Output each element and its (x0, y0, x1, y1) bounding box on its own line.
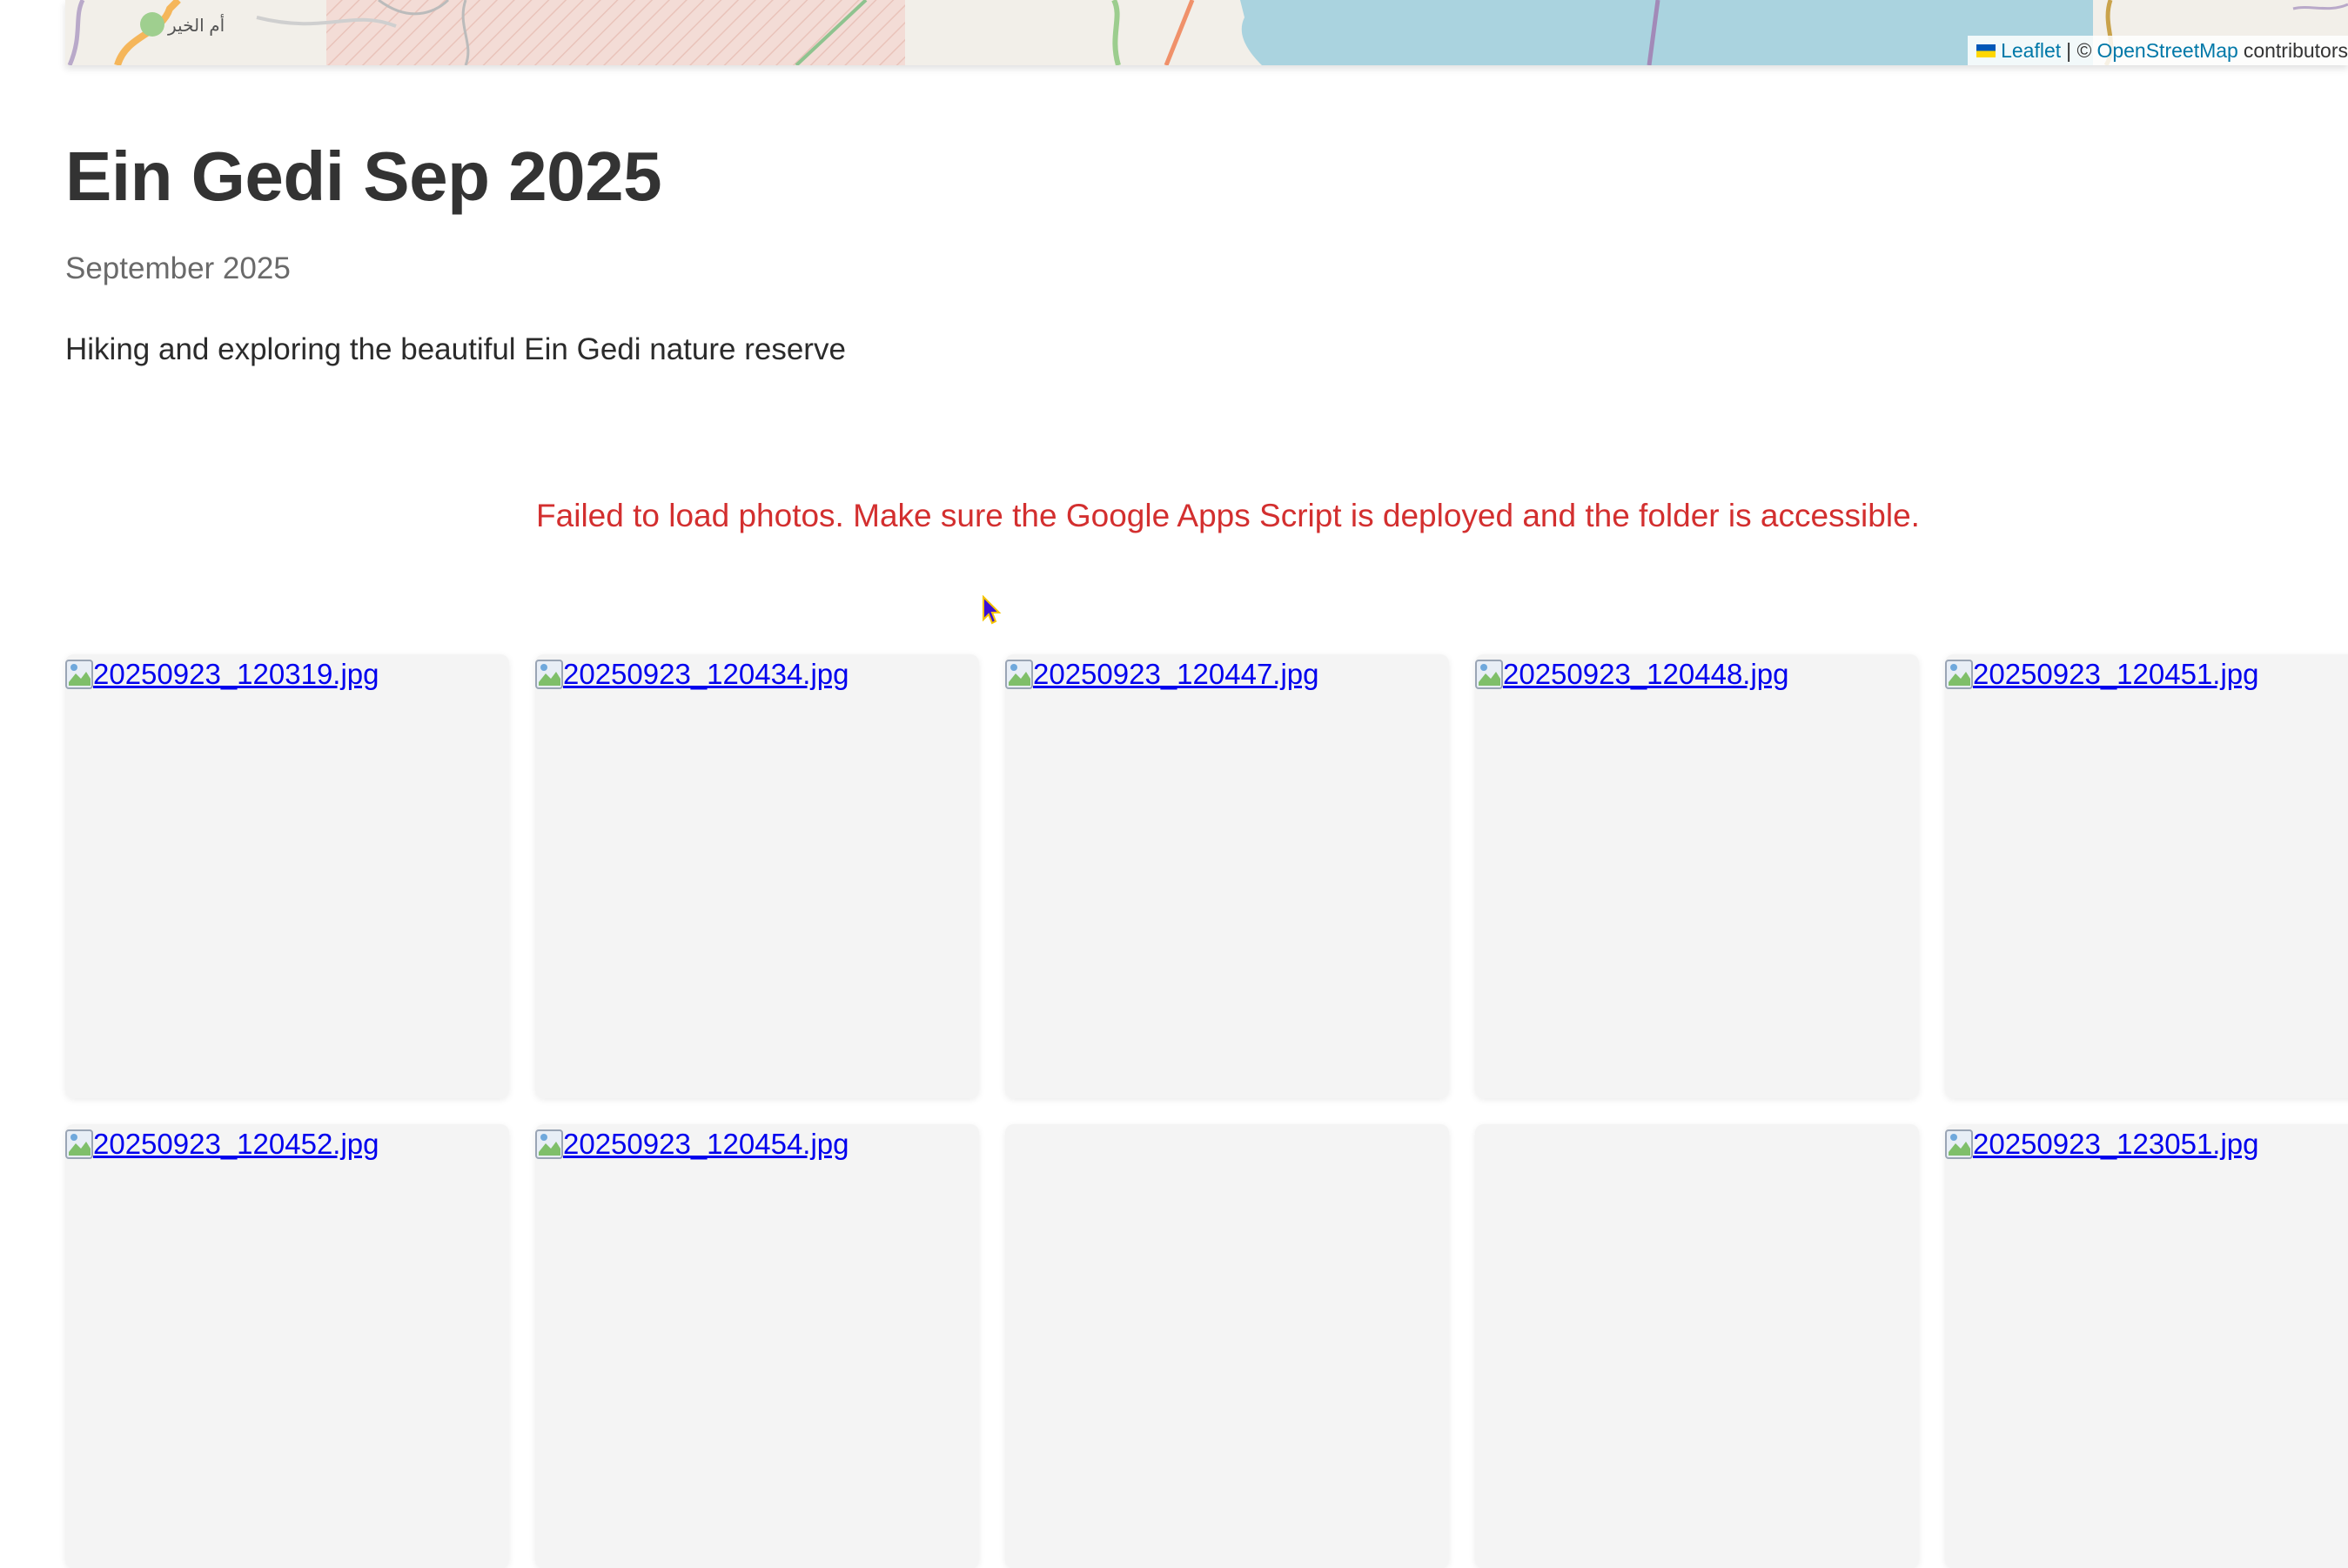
broken-image-icon (1475, 660, 1503, 689)
photo-tile[interactable] (1475, 1124, 1919, 1568)
photo-link[interactable]: 20250923_120454.jpg (535, 1124, 979, 1161)
photo-filename: 20250923_120448.jpg (1503, 658, 1789, 690)
openstreetmap-link[interactable]: OpenStreetMap (2096, 36, 2237, 65)
photo-tile[interactable]: 20250923_120447.jpg (1005, 654, 1449, 1098)
photo-link[interactable]: 20250923_120447.jpg (1005, 654, 1449, 691)
photo-link[interactable]: 20250923_120451.jpg (1945, 654, 2348, 691)
photo-filename: 20250923_120434.jpg (563, 658, 849, 690)
map-view[interactable]: أم الخير Leaflet | © OpenStreetMap contr… (65, 0, 2348, 65)
photo-tile[interactable]: 20250923_120319.jpg (65, 654, 509, 1098)
map-place-label: أم الخير (168, 17, 225, 36)
broken-image-icon (1945, 1129, 1973, 1159)
album-header: Ein Gedi Sep 2025 (65, 135, 662, 218)
photo-link[interactable]: 20250923_120452.jpg (65, 1124, 509, 1161)
photo-filename: 20250923_120319.jpg (93, 658, 379, 690)
mouse-cursor-icon (983, 595, 1002, 625)
album-date: September 2025 (65, 251, 291, 285)
broken-image-icon (1005, 660, 1033, 689)
photo-tile[interactable]: 20250923_120451.jpg (1945, 654, 2348, 1098)
photo-tile[interactable]: 20250923_120452.jpg (65, 1124, 509, 1568)
photo-tile[interactable]: 20250923_120448.jpg (1475, 654, 1919, 1098)
attribution-separator: | © (2066, 39, 2092, 62)
ukraine-flag-icon (1976, 44, 1996, 57)
error-message: Failed to load photos. Make sure the Goo… (536, 498, 1920, 533)
map-attribution: Leaflet | © OpenStreetMap contributors (1968, 36, 2348, 65)
broken-image-icon (535, 660, 563, 689)
photo-filename: 20250923_120452.jpg (93, 1128, 379, 1160)
leaflet-link[interactable]: Leaflet (2001, 36, 2061, 65)
photo-filename: 20250923_123051.jpg (1973, 1128, 2259, 1160)
photo-filename: 20250923_120454.jpg (563, 1128, 849, 1160)
album-description: Hiking and exploring the beautiful Ein G… (65, 332, 846, 366)
photo-tile[interactable]: 20250923_120454.jpg (535, 1124, 979, 1568)
photo-grid: 20250923_120319.jpg 20250923_120434.jpg 20… (65, 654, 2348, 1568)
photo-filename: 20250923_120451.jpg (1973, 658, 2259, 690)
photo-tile[interactable] (1005, 1124, 1449, 1568)
photo-link[interactable]: 20250923_123051.jpg (1945, 1124, 2348, 1161)
photo-tile[interactable]: 20250923_123051.jpg (1945, 1124, 2348, 1568)
photo-tile[interactable]: 20250923_120434.jpg (535, 654, 979, 1098)
broken-image-icon (1945, 660, 1973, 689)
photo-link[interactable]: 20250923_120319.jpg (65, 654, 509, 691)
page-title: Ein Gedi Sep 2025 (65, 137, 662, 215)
photo-link[interactable]: 20250923_120434.jpg (535, 654, 979, 691)
broken-image-icon (65, 660, 93, 689)
photo-filename: 20250923_120447.jpg (1033, 658, 1319, 690)
photo-link[interactable]: 20250923_120448.jpg (1475, 654, 1919, 691)
broken-image-icon (65, 1129, 93, 1159)
attribution-contributors: contributors (2243, 39, 2348, 62)
broken-image-icon (535, 1129, 563, 1159)
